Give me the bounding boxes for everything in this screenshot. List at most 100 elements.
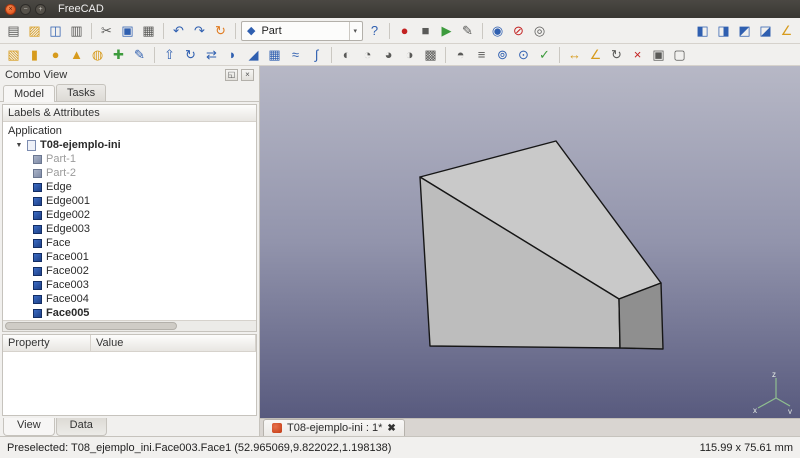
macro-stop-icon[interactable]: ■: [416, 22, 435, 40]
document-tab[interactable]: T08-ejemplo-ini : 1* ✖: [263, 419, 405, 436]
toolbar-separator: [235, 23, 236, 39]
workbench-selector[interactable]: ◆ Part ▾: [241, 21, 363, 41]
panel-close-button[interactable]: ×: [241, 69, 254, 81]
document-tab-label: T08-ejemplo-ini : 1*: [287, 422, 382, 434]
scrollbar-thumb[interactable]: [5, 322, 177, 330]
view-axonometric-icon[interactable]: ◪: [756, 22, 775, 40]
part-revolve-icon[interactable]: ↻: [181, 46, 200, 64]
tree-item-edge002[interactable]: Edge002: [3, 208, 256, 222]
tree-item-face001[interactable]: Face001: [3, 250, 256, 264]
part-boolean-icon[interactable]: ◐: [337, 46, 356, 64]
tree-item-edge[interactable]: Edge: [3, 180, 256, 194]
toolbar-separator: [445, 47, 446, 63]
tree-horizontal-scrollbar[interactable]: [3, 320, 256, 331]
measure-toggle-3d-icon[interactable]: ▢: [670, 46, 689, 64]
tab-model[interactable]: Model: [3, 85, 55, 102]
part-ruled-surface-icon[interactable]: ▦: [265, 46, 284, 64]
tab-close-icon[interactable]: ✖: [387, 423, 395, 434]
open-folder-icon[interactable]: ▨: [25, 22, 44, 40]
tree-column-header[interactable]: Labels & Attributes: [3, 105, 256, 122]
part-primitives-icon[interactable]: ✚: [109, 46, 128, 64]
part-torus-icon[interactable]: ◍: [88, 46, 107, 64]
view-right-icon[interactable]: ◩: [735, 22, 754, 40]
part-offset-icon[interactable]: ⊚: [493, 46, 512, 64]
draw-style-icon[interactable]: ⊘: [509, 22, 528, 40]
part-cut-icon[interactable]: ◔: [358, 46, 377, 64]
window-minimize-button[interactable]: −: [20, 4, 31, 15]
selection-view-icon[interactable]: ◎: [530, 22, 549, 40]
chevron-expanded-icon[interactable]: ▼: [15, 142, 23, 149]
new-file-icon[interactable]: ▤: [4, 22, 23, 40]
tree-item-face002[interactable]: Face002: [3, 264, 256, 278]
value-column-header[interactable]: Value: [91, 335, 256, 351]
panel-float-button[interactable]: ◱: [225, 69, 238, 81]
part-mirror-icon[interactable]: ⇄: [202, 46, 221, 64]
part-shape-builder-icon[interactable]: ✎: [130, 46, 149, 64]
view-front-icon[interactable]: ◧: [693, 22, 712, 40]
property-column-header[interactable]: Property: [3, 335, 91, 351]
titlebar: × − + FreeCAD: [0, 0, 800, 18]
view-top-icon[interactable]: ◨: [714, 22, 733, 40]
refresh-icon[interactable]: ↻: [211, 22, 230, 40]
paste-icon[interactable]: ▦: [139, 22, 158, 40]
tab-data[interactable]: Data: [56, 418, 107, 436]
measure-toggle-all-icon[interactable]: ▣: [649, 46, 668, 64]
tree-item-face004[interactable]: Face004: [3, 292, 256, 306]
part-loft-icon[interactable]: ≈: [286, 46, 305, 64]
tab-view[interactable]: View: [3, 418, 55, 436]
macro-edit-icon[interactable]: ✎: [458, 22, 477, 40]
measure-clear-icon[interactable]: ×: [628, 46, 647, 64]
macro-play-icon[interactable]: ▶: [437, 22, 456, 40]
zoom-fit-icon[interactable]: ◉: [488, 22, 507, 40]
copy-icon[interactable]: ▣: [118, 22, 137, 40]
whats-this-icon[interactable]: ?: [365, 22, 384, 40]
part-compound-icon[interactable]: ▩: [421, 46, 440, 64]
measure-linear-icon[interactable]: ↔: [565, 46, 584, 64]
tab-tasks[interactable]: Tasks: [56, 84, 106, 101]
tree-item-document[interactable]: ▼ T08-ejemplo-ini: [3, 138, 256, 152]
window-maximize-button[interactable]: +: [35, 4, 46, 15]
part-cone-icon[interactable]: ▲: [67, 46, 86, 64]
part-chamfer-icon[interactable]: ◢: [244, 46, 263, 64]
measure-angular-icon[interactable]: ∠: [586, 46, 605, 64]
tree-item-face003[interactable]: Face003: [3, 278, 256, 292]
tree-item-face005[interactable]: Face005: [3, 306, 256, 320]
macro-record-icon[interactable]: ●: [395, 22, 414, 40]
tree-item-part-1[interactable]: Part-1: [3, 152, 256, 166]
part-cross-sections-icon[interactable]: ≡: [472, 46, 491, 64]
tree-item-edge003[interactable]: Edge003: [3, 222, 256, 236]
tree-item-part-2[interactable]: Part-2: [3, 166, 256, 180]
part-thickness-icon[interactable]: ⊙: [514, 46, 533, 64]
solid-model[interactable]: [260, 66, 800, 418]
shape-icon: [33, 239, 42, 248]
3d-viewport[interactable]: z x y: [260, 66, 800, 418]
undo-icon[interactable]: ↶: [169, 22, 188, 40]
part-cylinder-icon[interactable]: ▮: [25, 46, 44, 64]
tree-item-label: Edge002: [46, 209, 90, 221]
tree-item-face[interactable]: Face: [3, 236, 256, 250]
part-fillet-icon[interactable]: ◗: [223, 46, 242, 64]
tree-item-label: Face005: [46, 307, 89, 319]
axis-z-label: z: [772, 370, 776, 379]
cut-icon[interactable]: ✂: [97, 22, 116, 40]
measure-refresh-icon[interactable]: ↻: [607, 46, 626, 64]
save-icon[interactable]: ◫: [46, 22, 65, 40]
tree-item-edge001[interactable]: Edge001: [3, 194, 256, 208]
property-editor-tabs: View Data: [0, 418, 259, 436]
part-box-icon[interactable]: ▧: [4, 46, 23, 64]
toolbar-standard: ▤ ▨ ◫ ▥ ✂ ▣ ▦ ↶ ↷ ↻ ◆ Part ▾ ? ● ■ ▶ ✎ ◉…: [0, 18, 800, 44]
part-check-geometry-icon[interactable]: ✓: [535, 46, 554, 64]
part-common-icon[interactable]: ◑: [400, 46, 419, 64]
tree-root-application[interactable]: Application: [3, 124, 256, 138]
part-section-icon[interactable]: ◓: [451, 46, 470, 64]
part-sweep-icon[interactable]: ∫: [307, 46, 326, 64]
shape-icon: [33, 197, 42, 206]
print-icon[interactable]: ▥: [67, 22, 86, 40]
part-union-icon[interactable]: ◕: [379, 46, 398, 64]
part-extrude-icon[interactable]: ⇧: [160, 46, 179, 64]
part-sphere-icon[interactable]: ●: [46, 46, 65, 64]
shape-icon: [33, 267, 42, 276]
measure-distance-icon[interactable]: ∠: [777, 22, 796, 40]
window-close-button[interactable]: ×: [5, 4, 16, 15]
redo-icon[interactable]: ↷: [190, 22, 209, 40]
